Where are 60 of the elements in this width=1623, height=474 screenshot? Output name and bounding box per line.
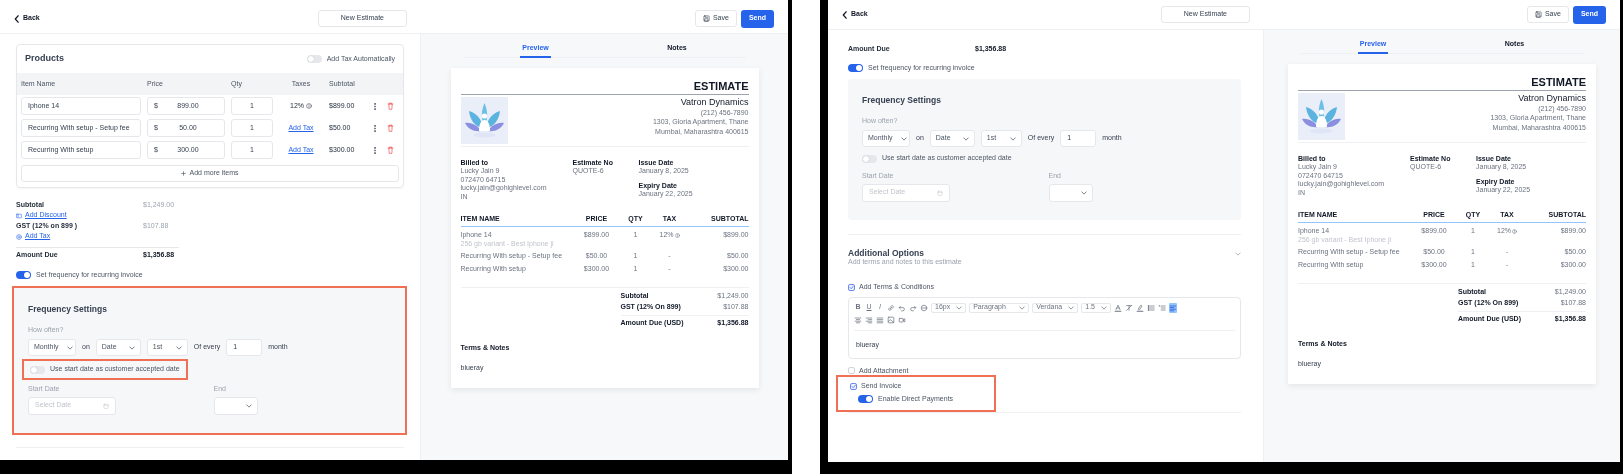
info-icon <box>674 233 680 239</box>
caret-icon <box>1019 305 1026 310</box>
align-right-icon[interactable] <box>865 314 873 325</box>
text-color-icon[interactable] <box>1114 302 1122 313</box>
caret-icon <box>245 403 252 408</box>
calendar-icon <box>937 189 943 196</box>
caret-icon <box>1009 136 1016 141</box>
toggle-switch[interactable] <box>30 365 45 374</box>
info-icon <box>306 103 312 109</box>
checkbox[interactable] <box>848 283 855 291</box>
logo-drawing <box>1298 93 1345 141</box>
section-title: Additional Options <box>848 247 926 259</box>
section-title: Products <box>25 53 64 65</box>
trash-icon[interactable] <box>387 102 394 110</box>
caret-icon <box>1101 305 1107 310</box>
align-justify-icon[interactable] <box>876 314 884 325</box>
plus-icon <box>181 171 187 176</box>
plus-circle-icon <box>16 233 22 240</box>
company-name: Vatron Dynamics <box>1517 93 1586 104</box>
trash-icon[interactable] <box>387 124 394 132</box>
chevron-down-icon[interactable] <box>1235 251 1241 256</box>
discount-icon <box>16 212 22 219</box>
caret-icon <box>962 136 969 141</box>
image-icon[interactable] <box>887 314 895 325</box>
toggle-switch[interactable] <box>862 154 877 163</box>
numbered-list-icon[interactable] <box>1158 302 1166 313</box>
check-icon <box>851 384 856 390</box>
caret-icon <box>900 136 907 141</box>
toggle-switch[interactable] <box>306 55 322 63</box>
document-title: ESTIMATE <box>1530 76 1586 89</box>
toggle-switch[interactable] <box>16 271 31 280</box>
document-title: ESTIMATE <box>692 80 749 93</box>
toggle-switch[interactable] <box>848 64 863 73</box>
caret-icon <box>1080 190 1087 195</box>
chevron-left-icon <box>842 10 847 19</box>
caret-icon <box>128 345 135 350</box>
logo-drawing <box>460 97 508 145</box>
caret-icon <box>956 305 963 310</box>
caret-icon <box>66 345 73 350</box>
caret-icon <box>175 345 182 350</box>
trash-icon[interactable] <box>387 146 394 154</box>
circle-icon[interactable] <box>920 302 928 313</box>
info-icon <box>1512 229 1517 235</box>
link-icon[interactable] <box>887 302 895 313</box>
section-title: Frequency Settings <box>28 303 108 315</box>
align-center-icon[interactable] <box>854 314 862 325</box>
toggle-switch[interactable] <box>858 395 873 404</box>
company-name: Vatron Dynamics <box>679 97 749 108</box>
highlighter-icon[interactable] <box>1136 302 1144 313</box>
bullet-list-icon[interactable] <box>1147 302 1155 313</box>
save-icon <box>702 15 710 22</box>
clear-format-icon[interactable] <box>1125 302 1133 313</box>
chevron-left-icon <box>14 14 19 23</box>
align-left-icon[interactable] <box>1169 302 1177 313</box>
calendar-icon <box>103 402 109 409</box>
check-icon <box>849 284 854 290</box>
checkbox[interactable] <box>850 383 857 391</box>
save-icon <box>1534 11 1542 18</box>
section-title: Frequency Settings <box>862 94 942 106</box>
caret-icon <box>1068 305 1075 310</box>
